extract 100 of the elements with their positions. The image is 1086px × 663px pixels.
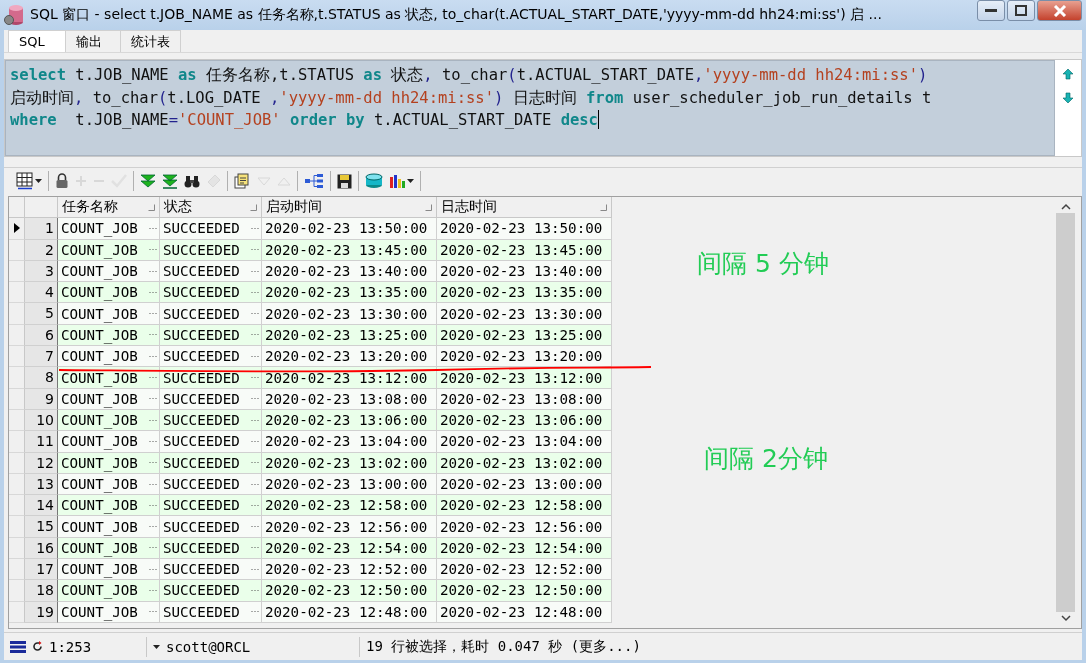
scrollbar-thumb[interactable] [1056, 213, 1075, 612]
row-number: 18 [25, 580, 58, 602]
ellipsis-icon [251, 418, 259, 422]
table-cell: SUCCEEDED [160, 239, 262, 261]
table-cell: SUCCEEDED [160, 303, 262, 325]
grid-icon [16, 172, 34, 190]
ellipsis-icon [251, 226, 259, 230]
row-number: 5 [25, 303, 58, 325]
tab[interactable]: 统计表 [120, 30, 181, 52]
table-cell: 2020-02-23 13:02:00 [262, 452, 437, 474]
ellipsis-icon [251, 461, 259, 465]
table-cell: 2020-02-23 12:56:00 [437, 516, 612, 538]
ellipsis-icon [149, 482, 157, 486]
plus-icon [75, 175, 87, 187]
table-cell: 2020-02-23 13:08:00 [437, 388, 612, 410]
row-number: 10 [25, 409, 58, 432]
ellipsis-icon [149, 397, 157, 401]
ellipsis-icon [149, 354, 157, 358]
toolbar-button[interactable] [15, 171, 43, 191]
table-cell: COUNT_JOB [58, 239, 160, 261]
database-icon [365, 173, 383, 189]
table-cell: SUCCEEDED [160, 452, 262, 474]
table-cell: 2020-02-23 13:35:00 [262, 282, 437, 304]
scroll-down-icon[interactable] [1060, 614, 1071, 622]
ellipsis-icon [251, 354, 259, 358]
close-button[interactable] [1037, 0, 1082, 21]
table-cell: 2020-02-23 13:25:00 [262, 324, 437, 347]
sql-editor[interactable] [5, 60, 1055, 156]
ellipsis-icon [251, 290, 259, 294]
ellipsis-icon [251, 397, 259, 401]
table-cell: 2020-02-23 13:20:00 [437, 346, 612, 368]
table-cell: SUCCEEDED [160, 324, 262, 347]
table-cell: COUNT_JOB [58, 473, 160, 496]
ellipsis-icon [251, 439, 259, 443]
table-cell: 2020-02-23 13:04:00 [262, 431, 437, 453]
annotation-note: 间隔 5 分钟 [697, 248, 829, 280]
caret-icon [407, 179, 414, 183]
table-cell: COUNT_JOB [58, 282, 160, 304]
code-line: where t.JOB_NAME='COUNT_JOB' order by t.ACTUAL_START_DATE desc [10, 109, 600, 131]
table-cell: 2020-02-23 12:48:00 [437, 601, 612, 623]
ellipsis-icon [149, 376, 157, 379]
table-cell: COUNT_JOB [58, 537, 160, 560]
documents-icon [234, 173, 251, 189]
table-cell: 2020-02-23 13:04:00 [437, 431, 612, 453]
column-header[interactable]: 启动时间 [262, 197, 437, 219]
row-number: 6 [25, 324, 58, 347]
ellipsis-icon [149, 333, 157, 337]
row-number: 16 [25, 537, 58, 560]
table-cell: COUNT_JOB [58, 367, 160, 389]
double-down-arrow-icon [140, 174, 156, 188]
column-header[interactable]: 状态 [160, 197, 262, 219]
tab[interactable]: SQL [8, 30, 66, 52]
code-line: select t.JOB_NAME as 任务名称,t.STATUS as 状态, to_char(t.ACTUAL_START_DATE,'yyyy-mm-dd hh24:mi:ss') [10, 65, 929, 86]
bar-chart-icon [389, 173, 406, 189]
ellipsis-icon [251, 312, 259, 316]
minimize-button[interactable] [977, 0, 1005, 21]
column-header[interactable]: 任务名称 [58, 197, 160, 219]
table-cell: 2020-02-23 12:52:00 [437, 559, 612, 581]
row-number: 17 [25, 559, 58, 581]
table-cell: 2020-02-23 13:12:00 [437, 367, 612, 389]
table-cell: COUNT_JOB [58, 409, 160, 432]
row-number: 9 [25, 388, 58, 410]
database-icon [4, 4, 24, 26]
table-cell: 2020-02-23 12:50:00 [262, 580, 437, 602]
refresh-icon [32, 641, 43, 652]
toolbar-button[interactable] [54, 171, 70, 191]
up-arrow-icon[interactable] [1062, 68, 1074, 80]
row-number: 11 [25, 431, 58, 453]
cursor-position: 1:253 [49, 638, 92, 655]
table-cell: 2020-02-23 13:06:00 [262, 409, 437, 432]
table-cell: 2020-02-23 13:50:00 [262, 218, 437, 240]
ellipsis-icon [149, 525, 157, 529]
text-cursor [597, 110, 599, 129]
table-cell: 2020-02-23 13:20:00 [262, 346, 437, 368]
minimize-icon [985, 8, 997, 13]
maximize-button[interactable] [1007, 0, 1035, 21]
connection-label[interactable]: scott@ORCL [166, 638, 251, 655]
row-selector[interactable] [9, 218, 25, 240]
row-number: 7 [25, 346, 58, 368]
ellipsis-icon [149, 461, 157, 465]
down-arrow-icon[interactable] [1062, 92, 1074, 104]
sort-corner-icon [425, 203, 432, 211]
column-header[interactable]: 日志时间 [437, 197, 612, 219]
annotation-note: 间隔 2分钟 [704, 443, 828, 475]
ellipsis-icon [149, 567, 157, 571]
table-cell: COUNT_JOB [58, 346, 160, 368]
ellipsis-icon [149, 226, 157, 230]
table-cell: SUCCEEDED [160, 580, 262, 602]
ellipsis-icon [251, 610, 259, 614]
row-number: 8 [25, 367, 58, 389]
row-number: 19 [25, 601, 58, 623]
table-cell: SUCCEEDED [160, 559, 262, 581]
scroll-up-icon[interactable] [1060, 203, 1071, 211]
table-cell: SUCCEEDED [160, 516, 262, 538]
caret-icon[interactable] [153, 644, 160, 649]
table-cell: COUNT_JOB [58, 388, 160, 410]
row-number: 2 [25, 239, 58, 261]
table-cell: 2020-02-23 13:00:00 [262, 473, 437, 496]
binoculars-icon [184, 174, 200, 188]
status-icon [10, 640, 26, 653]
